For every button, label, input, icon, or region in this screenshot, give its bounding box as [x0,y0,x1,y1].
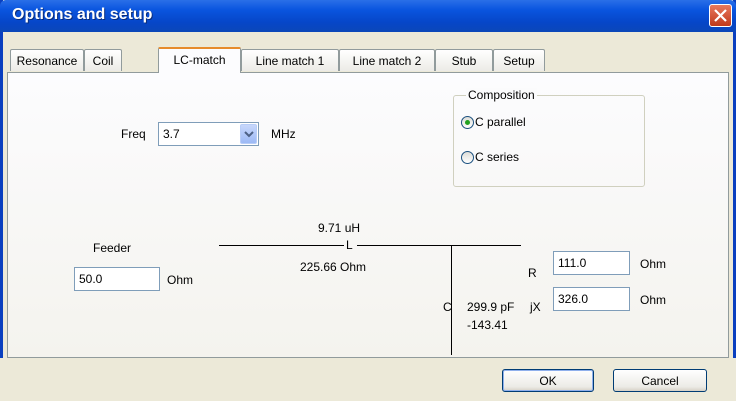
tab-label: Setup [503,54,535,68]
jx-value: 326.0 [558,292,589,306]
tab-strip: Resonance Coil LC-match Line match 1 Lin… [7,47,729,73]
button-bar: OK Cancel [0,358,736,401]
r-unit: Ohm [640,257,667,271]
capacitance-value: 299.9 pF [467,300,515,314]
feeder-value: 50.0 [79,272,103,286]
inductance-value: 9.71 uH [318,221,361,235]
inductor-reactance: 225.66 Ohm [300,260,367,274]
freq-dropdown-button[interactable] [240,124,257,144]
title-bar[interactable]: Options and setup [0,0,736,32]
lc-match-panel: Freq 3.7 MHz Composition C parallel C se… [7,72,729,358]
r-label: R [528,266,537,280]
jx-label: jX [530,300,541,314]
chevron-down-icon [244,131,254,138]
tab-line-match-2[interactable]: Line match 2 [339,49,435,71]
close-icon [714,9,727,22]
tab-label: Stub [451,54,477,68]
c-parallel-label[interactable]: C parallel [475,115,526,129]
tab-setup[interactable]: Setup [493,49,545,71]
tab-resonance[interactable]: Resonance [10,49,84,71]
composition-title: Composition [466,88,537,102]
freq-combo[interactable]: 3.7 [158,122,259,146]
r-input[interactable]: 111.0 [553,251,630,275]
radio-selected-dot [465,120,470,125]
composition-group [453,95,645,187]
c-series-radio[interactable] [461,151,474,164]
tab-coil[interactable]: Coil [84,49,122,71]
tab-stub[interactable]: Stub [435,49,493,71]
jx-unit: Ohm [640,293,667,307]
ok-label: OK [539,374,557,388]
tab-label: Line match 2 [352,54,422,68]
close-button[interactable] [709,4,732,27]
circuit-wire-right [357,245,521,246]
tab-label: Line match 1 [255,54,325,68]
tab-line-match-1[interactable]: Line match 1 [241,49,339,71]
capacitor-reactance: -143.41 [467,318,508,332]
tab-lc-match[interactable]: LC-match [158,47,241,73]
c-series-label[interactable]: C series [475,150,519,164]
tab-label: Resonance [16,54,78,68]
circuit-wire-left [219,245,344,246]
feeder-label: Feeder [93,241,132,255]
tab-label: LC-match [173,53,226,67]
freq-value: 3.7 [163,127,180,141]
c-parallel-radio[interactable] [461,116,474,129]
capacitor-symbol: C [443,300,452,314]
window-title: Options and setup [12,6,153,23]
freq-label: Freq [121,127,146,141]
feeder-input[interactable]: 50.0 [74,267,160,291]
inductor-symbol: L [346,238,353,252]
jx-input[interactable]: 326.0 [553,287,630,311]
cancel-button[interactable]: Cancel [613,369,707,392]
r-value: 111.0 [558,256,587,270]
cancel-label: Cancel [641,374,679,388]
freq-unit: MHz [271,127,296,141]
tab-label: Coil [92,54,114,68]
feeder-unit: Ohm [167,273,194,287]
ok-button[interactable]: OK [502,369,594,392]
